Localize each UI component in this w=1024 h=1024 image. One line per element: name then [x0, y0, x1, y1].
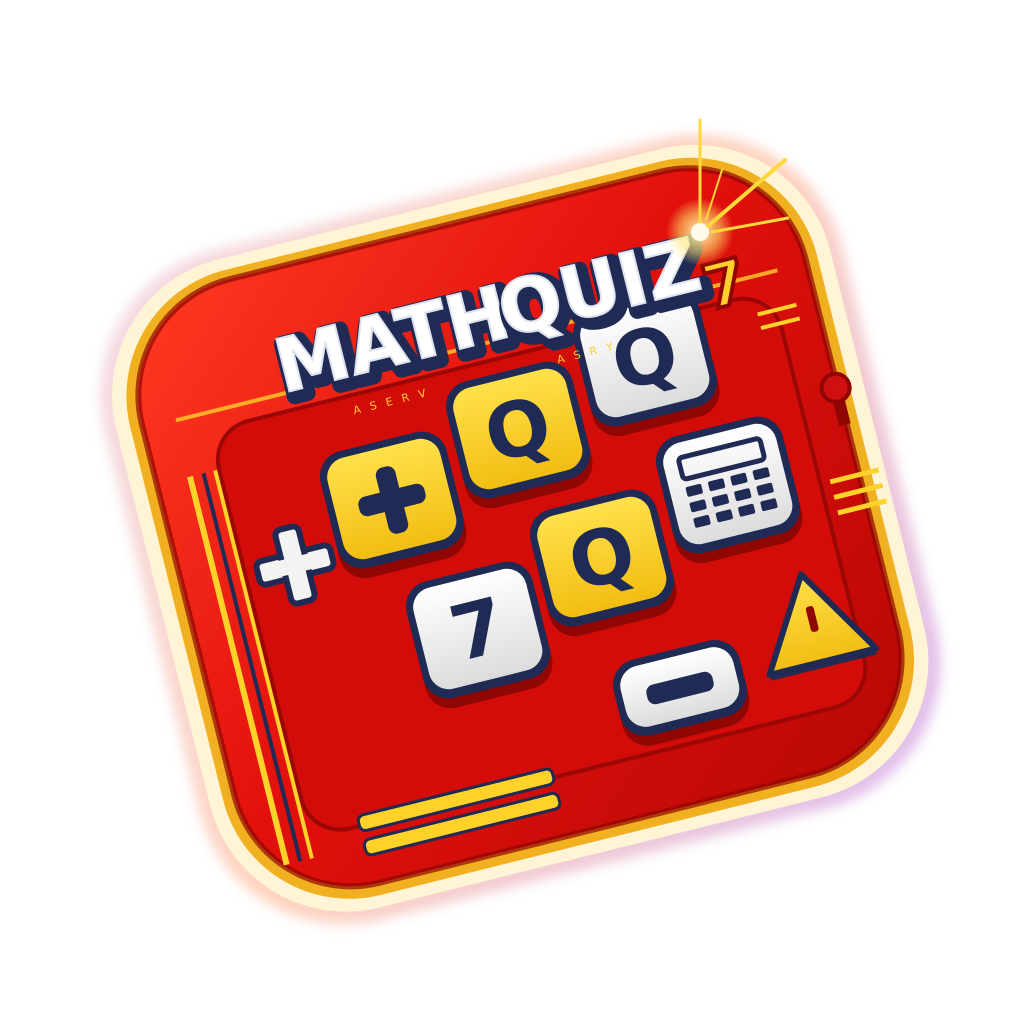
icon-outer-rim [100, 134, 941, 925]
app-icon-canvas: QQQ7 7 MATH MATH QUIZ QUIZ A S E R V A S… [0, 0, 1024, 1024]
math-quiz-app-icon: QQQ7 7 MATH MATH QUIZ QUIZ A S E R V A S… [100, 118, 941, 925]
